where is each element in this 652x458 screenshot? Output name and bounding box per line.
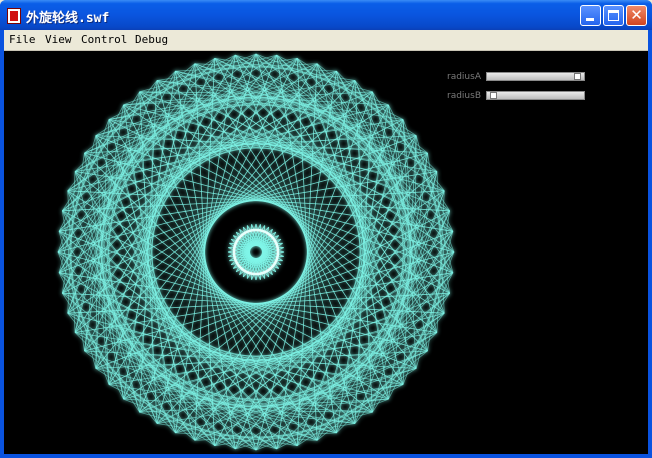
epicycloid-drawing xyxy=(57,53,455,451)
radius-a-slider[interactable] xyxy=(486,72,585,81)
radius-a-thumb[interactable] xyxy=(574,73,581,80)
app-window: 外旋轮线.swf ✕ File View Control Debug radiu… xyxy=(0,0,652,458)
minimize-icon xyxy=(586,18,594,21)
window-title: 外旋轮线.swf xyxy=(26,11,110,26)
radius-a-label: radiusA xyxy=(447,72,481,82)
flash-app-icon[interactable] xyxy=(7,8,21,24)
title-bar[interactable]: 外旋轮线.swf ✕ xyxy=(0,0,652,30)
radius-b-thumb[interactable] xyxy=(490,92,497,99)
menu-bar: File View Control Debug xyxy=(4,30,648,51)
flash-stage: radiusA radiusB xyxy=(4,51,648,454)
menu-debug[interactable]: Debug xyxy=(135,33,168,46)
minimize-button[interactable] xyxy=(580,5,601,26)
maximize-icon xyxy=(608,10,619,21)
menu-file[interactable]: File xyxy=(9,33,36,46)
radius-b-label: radiusB xyxy=(447,91,481,101)
maximize-button[interactable] xyxy=(603,5,624,26)
menu-control[interactable]: Control xyxy=(81,33,127,46)
close-button[interactable]: ✕ xyxy=(626,5,647,26)
close-icon: ✕ xyxy=(630,6,643,24)
radius-b-slider[interactable] xyxy=(486,91,585,100)
menu-view[interactable]: View xyxy=(45,33,72,46)
window-frame-bottom xyxy=(0,454,652,458)
